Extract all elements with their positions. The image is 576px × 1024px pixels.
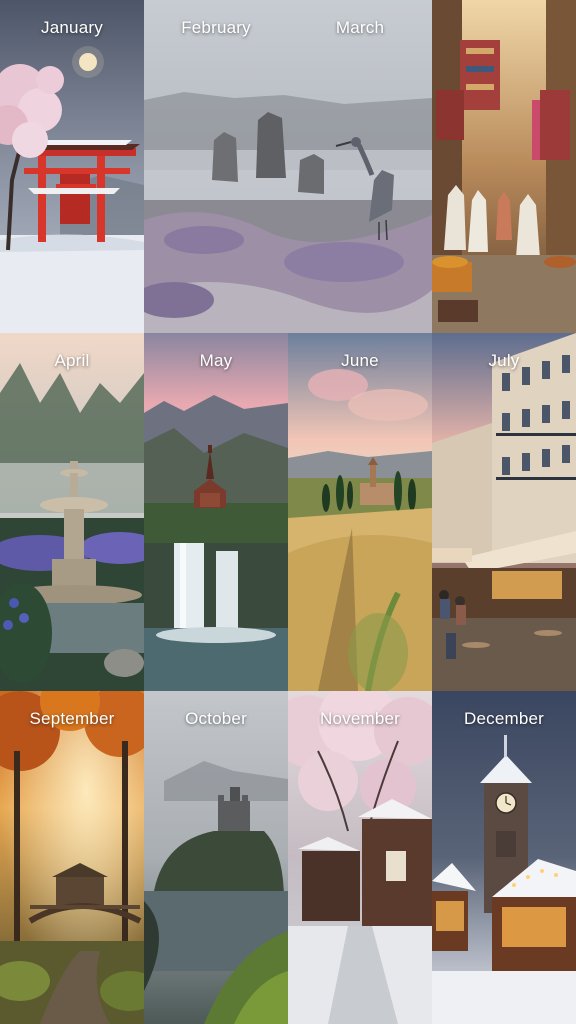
- market-alley-tile: [432, 0, 576, 333]
- market-alley-scene-image: [432, 0, 576, 333]
- month-label-october: October: [185, 709, 247, 728]
- july-tile: July: [432, 333, 576, 691]
- june-tile: June: [288, 333, 432, 691]
- month-label-february: February: [181, 18, 251, 37]
- february-march-scene-image: [144, 0, 432, 333]
- november-scene-image: [288, 691, 432, 1024]
- month-label-july: July: [488, 351, 520, 370]
- december-scene-image: [432, 691, 576, 1024]
- september-scene-image: [0, 691, 144, 1024]
- october-tile: October: [144, 691, 288, 1024]
- january-scene-image: [0, 0, 144, 333]
- month-label-december: December: [463, 709, 545, 728]
- april-tile: April: [0, 333, 144, 691]
- june-scene-image: [288, 333, 432, 691]
- month-label-april: April: [54, 351, 90, 370]
- may-scene-image: [144, 333, 288, 691]
- may-tile: May: [144, 333, 288, 691]
- month-label-january: January: [41, 18, 103, 37]
- september-tile: September: [0, 691, 144, 1024]
- april-scene-image: [0, 333, 144, 691]
- july-scene-image: [432, 333, 576, 691]
- waterfall: [144, 543, 288, 633]
- november-tile: November: [288, 691, 432, 1024]
- month-label-september: September: [29, 709, 115, 728]
- october-scene-image: [144, 691, 288, 1024]
- month-label-june: June: [341, 351, 379, 370]
- december-tile: December: [432, 691, 576, 1024]
- month-collage: January February March April May June Ju…: [0, 0, 576, 1024]
- month-label-november: November: [319, 709, 401, 728]
- february-march-tile: February March: [144, 0, 432, 333]
- month-label-march: March: [335, 18, 385, 37]
- month-label-may: May: [199, 351, 233, 370]
- january-tile: January: [0, 0, 144, 333]
